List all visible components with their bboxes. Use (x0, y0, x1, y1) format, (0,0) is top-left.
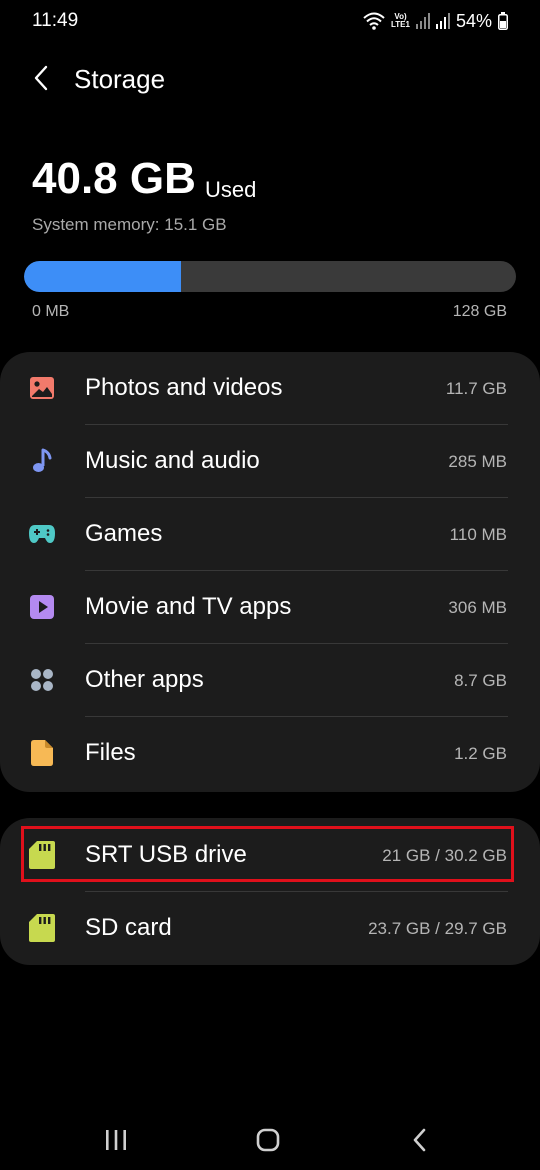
battery-percent: 54% (455, 10, 492, 31)
header: Storage (0, 58, 540, 102)
navigation-bar (0, 1110, 540, 1170)
sd-card-icon (28, 914, 56, 942)
category-label: Photos and videos (85, 374, 283, 401)
back-button[interactable] (26, 62, 56, 98)
volte-indicator: Vo) LTE1 (391, 13, 410, 29)
drive-usage: 23.7 GB / 29.7 GB (368, 919, 507, 938)
drive-usage: 21 GB / 30.2 GB (382, 846, 507, 865)
category-label: Files (85, 739, 136, 766)
sd-card-icon (28, 841, 56, 869)
category-row-music[interactable]: Music and audio 285 MB (0, 425, 540, 498)
back-icon (412, 1128, 428, 1157)
music-note-icon (28, 447, 56, 475)
category-size: 285 MB (448, 452, 507, 471)
category-label: Music and audio (85, 447, 260, 474)
apps-grid-icon (28, 666, 56, 694)
drive-row-usb[interactable]: SRT USB drive 21 GB / 30.2 GB (0, 819, 540, 892)
drive-row-sd-card[interactable]: SD card 23.7 GB / 29.7 GB (0, 892, 540, 965)
category-size: 8.7 GB (454, 671, 507, 690)
signal-icon-1 (415, 13, 430, 29)
home-icon (256, 1128, 280, 1157)
category-size: 306 MB (448, 598, 507, 617)
page-title: Storage (74, 64, 166, 94)
category-row-movies[interactable]: Movie and TV apps 306 MB (0, 571, 540, 644)
system-memory: System memory: 15.1 GB (32, 215, 227, 234)
usage-bar-max-label: 128 GB (452, 303, 507, 320)
category-row-other-apps[interactable]: Other apps 8.7 GB (0, 644, 540, 717)
category-row-files[interactable]: Files 1.2 GB (0, 717, 540, 790)
back-nav-button[interactable] (400, 1122, 440, 1162)
file-icon (28, 739, 56, 767)
drives-card: SRT USB drive 21 GB / 30.2 GB SD card 23… (0, 818, 540, 965)
storage-usage-fill (24, 261, 181, 292)
status-bar: 11:49 Vo) LTE1 54% (0, 0, 540, 42)
category-label: Movie and TV apps (85, 593, 292, 620)
play-icon (28, 593, 56, 621)
drive-label: SRT USB drive (85, 841, 247, 868)
image-icon (28, 374, 56, 402)
recents-icon (104, 1129, 128, 1156)
recents-button[interactable] (96, 1122, 136, 1162)
used-amount: 40.8 GB (32, 154, 196, 203)
wifi-icon (363, 12, 385, 30)
category-label: Games (85, 520, 163, 547)
category-size: 1.2 GB (454, 744, 507, 763)
home-button[interactable] (248, 1122, 288, 1162)
status-time: 11:49 (32, 10, 79, 31)
categories-card: Photos and videos 11.7 GB Music and audi… (0, 352, 540, 792)
gamepad-icon (28, 520, 56, 548)
used-label: Used (205, 177, 257, 202)
battery-icon (498, 12, 508, 30)
category-row-games[interactable]: Games 110 MB (0, 498, 540, 571)
category-row-photos[interactable]: Photos and videos 11.7 GB (0, 352, 540, 425)
category-label: Other apps (85, 666, 204, 693)
volte-bottom-text: LTE1 (391, 20, 410, 29)
usage-bar-min-label: 0 MB (32, 303, 70, 320)
status-icons: Vo) LTE1 54% (363, 9, 508, 33)
category-size: 11.7 GB (445, 379, 507, 398)
chevron-left-icon (33, 65, 49, 96)
signal-icon-2 (435, 13, 450, 29)
category-size: 110 MB (449, 525, 507, 544)
drive-label: SD card (85, 914, 172, 941)
storage-usage-bar (24, 261, 516, 292)
